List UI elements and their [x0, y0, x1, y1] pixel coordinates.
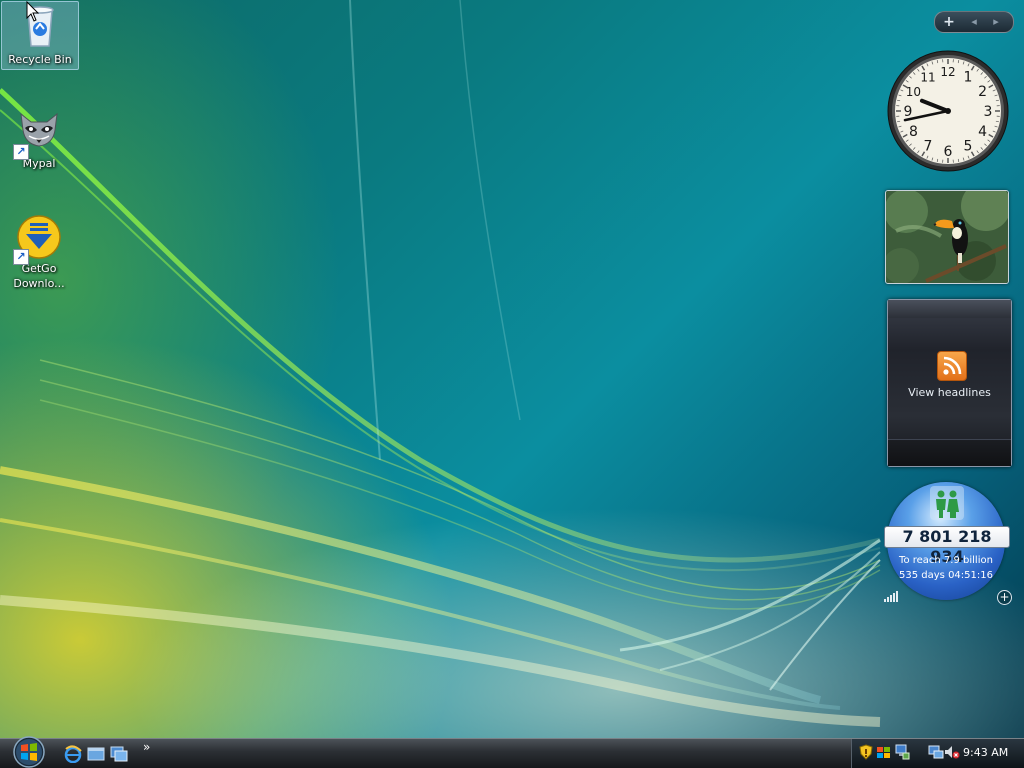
desktop-icon-label: GetGo Downlo... [13, 262, 65, 290]
show-desktop-icon[interactable] [87, 745, 105, 763]
switch-windows-icon[interactable] [110, 745, 128, 763]
wallpaper [0, 0, 881, 727]
clock-numeral: 8 [909, 124, 918, 140]
internet-explorer-icon[interactable] [64, 745, 82, 763]
raccoon-icon: ↗ [13, 108, 63, 160]
clock-numeral: 10 [906, 85, 921, 99]
feed-headlines-gadget[interactable]: View headlines [887, 299, 1012, 467]
clock-numeral: 3 [984, 104, 993, 120]
start-button[interactable] [9, 736, 50, 768]
desktop[interactable]: Recycle Bin ↗ Mypal ↗ GetGo Downlo... + … [0, 0, 1024, 768]
slideshow-gadget[interactable] [885, 190, 1009, 284]
next-page-button[interactable]: ▸ [985, 12, 1007, 32]
clock-gadget[interactable]: 12 1234567891011 [886, 49, 1010, 173]
network-monitor-icon[interactable] [928, 744, 944, 760]
add-gadget-sidebar-button[interactable]: + [935, 12, 963, 32]
previous-page-button[interactable]: ◂ [963, 12, 985, 32]
population-count: 7 801 218 934 [884, 526, 1010, 566]
add-gadget-button[interactable]: + [997, 590, 1012, 605]
shortcut-arrow-icon: ↗ [13, 144, 29, 160]
view-headlines-link[interactable]: View headlines [888, 386, 1011, 399]
clock-numeral: 12 [940, 65, 955, 79]
population-countdown: 535 days 04:51:16 [899, 570, 993, 581]
shortcut-arrow-icon: ↗ [13, 249, 29, 265]
clock-numeral: 2 [978, 84, 987, 100]
network-icon[interactable] [894, 744, 910, 760]
desktop-icon-label: Recycle Bin [8, 53, 72, 66]
signal-bars-icon [884, 591, 898, 602]
quick-launch-overflow-button[interactable]: » [143, 740, 150, 754]
volume-muted-icon[interactable] [944, 744, 960, 760]
population-target-label: To reach 7.9 billion [899, 555, 993, 566]
clock-numeral: 6 [944, 144, 953, 160]
desktop-icon-recycle-bin[interactable]: Recycle Bin [1, 1, 79, 70]
recycle-bin-icon [16, 4, 64, 52]
clock-numeral: 11 [920, 70, 935, 84]
rss-icon [937, 351, 967, 381]
tray-clock[interactable]: 9:43 AM [963, 746, 1008, 759]
clock-numeral: 1 [964, 69, 973, 85]
toucan-photo [886, 191, 1008, 283]
mouse-cursor-icon [26, 1, 40, 22]
security-shield-icon[interactable] [858, 744, 874, 760]
windows-update-icon[interactable] [876, 744, 892, 760]
population-counter-gadget[interactable]: 7 801 218 934 To reach 7.9 billion 535 d… [884, 479, 1012, 605]
desktop-icon-mypal[interactable]: ↗ Mypal [1, 106, 77, 171]
desktop-icon-getgo[interactable]: ↗ GetGo Downlo... [1, 211, 77, 291]
clock-numeral: 4 [978, 124, 987, 140]
people-icon [930, 486, 964, 520]
download-arrow-icon: ↗ [13, 213, 63, 265]
notification-area: 9:43 AM [851, 739, 1024, 768]
sidebar-controls: + ◂ ▸ [934, 11, 1014, 33]
